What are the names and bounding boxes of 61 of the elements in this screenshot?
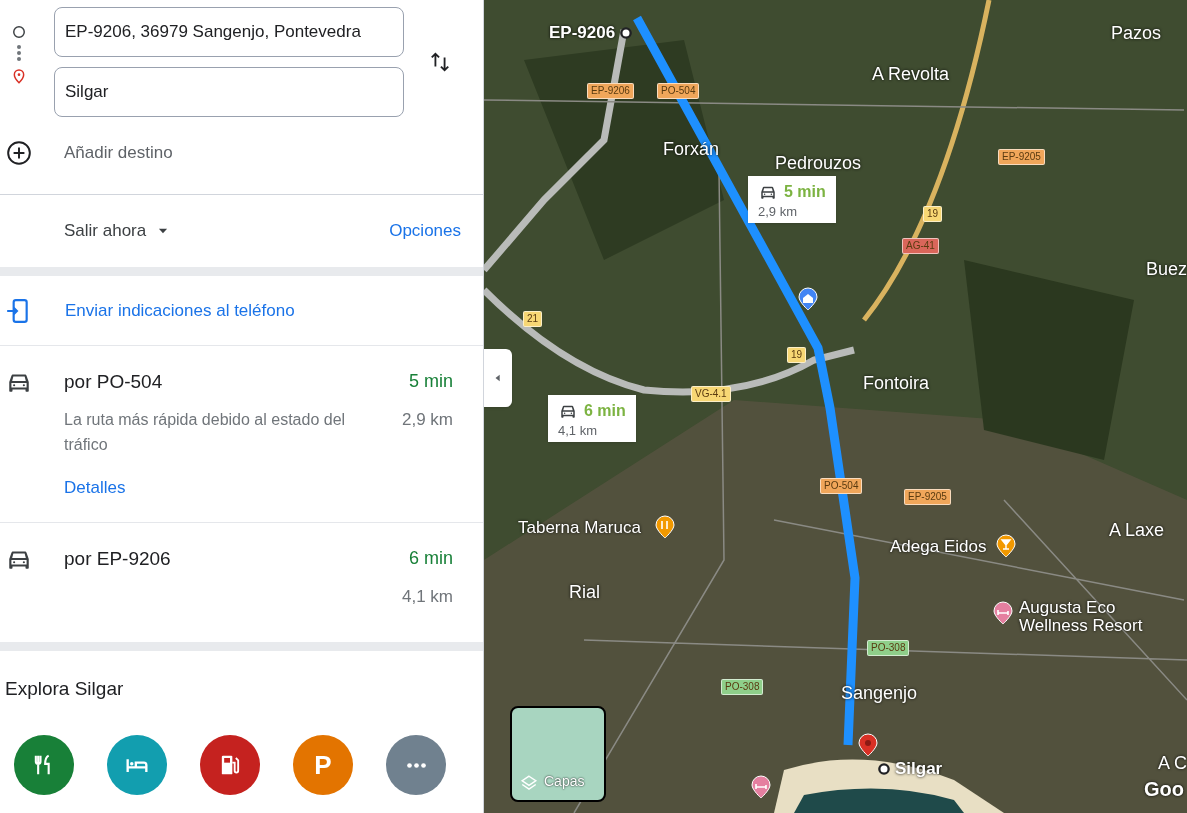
place-label: Taberna Maruca	[518, 519, 641, 537]
address-input[interactable]: Silgar	[54, 67, 404, 117]
more-button[interactable]	[386, 735, 446, 795]
destination-marker-icon	[877, 761, 891, 776]
route-callout[interactable]: 6 min 4,1 km	[548, 395, 636, 442]
depart-time-dropdown[interactable]: Salir ahora	[64, 218, 171, 244]
road-shield: 19	[923, 206, 943, 222]
callout-distance: 2,9 km	[758, 204, 798, 219]
place-label: Pazos	[1111, 22, 1162, 45]
layers-icon	[520, 774, 538, 792]
road-shield: EP-9205	[998, 149, 1045, 165]
place-label: Buez	[1146, 258, 1187, 281]
route-callout[interactable]: 5 min 2,9 km	[748, 176, 836, 223]
hotels-button[interactable]	[107, 735, 167, 795]
section-title: Explora Silgar	[5, 676, 124, 701]
road-shield: AG-41	[902, 238, 939, 254]
send-to-phone-button[interactable]: Enviar indicaciones al teléfono	[0, 276, 483, 346]
logo-text: Goo	[1144, 777, 1184, 802]
place-label: A Revolta	[872, 63, 950, 86]
place-label: Augusta Eco Wellness Resort	[1019, 599, 1144, 635]
road-shield: PO-308	[867, 640, 910, 656]
route-time: 6 min	[409, 547, 453, 570]
place-label: Pedrouzos	[775, 152, 862, 175]
more-dots-icon	[405, 761, 427, 769]
place-label: A Laxe	[1109, 519, 1165, 542]
phone-send-icon	[5, 296, 31, 325]
add-destination-button[interactable]: Añadir destino	[0, 127, 483, 179]
dots-icon	[17, 42, 21, 64]
place-label: Adega Eidos	[890, 538, 987, 556]
callout-time: 6 min	[584, 401, 626, 421]
road-shield: EP-9205	[904, 489, 951, 505]
route-title: por PO-504	[64, 370, 164, 394]
origin-circle-icon	[12, 25, 26, 39]
road-shield: EP-9206	[587, 83, 634, 99]
restaurants-button[interactable]	[14, 735, 74, 795]
road-shield: PO-504	[820, 478, 863, 494]
place-label: EP-9206	[549, 22, 616, 44]
road-shield: 21	[523, 311, 543, 327]
place-label: A C	[1158, 752, 1187, 775]
road-shield: VG-4.1	[691, 386, 731, 402]
route-time: 5 min	[409, 370, 453, 393]
details-link[interactable]: Detalles	[64, 474, 126, 500]
road-shield: PO-504	[657, 83, 700, 99]
road-shield: PO-308	[721, 679, 764, 695]
gas-stations-button[interactable]	[200, 735, 260, 795]
location-pin-icon	[11, 67, 27, 85]
place-label: Rial	[569, 581, 600, 604]
route-description: La ruta más rápida debido al estado del tráfico	[64, 409, 347, 455]
place-label: Fontoira	[863, 372, 930, 395]
address-input[interactable]: EP-9206, 36979 Sangenjo, Pontevedra	[54, 7, 404, 57]
satellite-map-drawing[interactable]	[484, 0, 1187, 813]
road-shield: 19	[787, 347, 807, 363]
route-title: por EP-9206	[64, 547, 172, 571]
route-distance: 4,1 km	[401, 586, 453, 608]
caret-left-icon	[493, 373, 503, 383]
route-distance: 2,9 km	[401, 409, 453, 431]
options-link[interactable]: Opciones	[389, 218, 461, 244]
origin-marker-icon	[619, 25, 634, 40]
plus-circle-icon	[6, 140, 32, 166]
callout-distance: 4,1 km	[558, 423, 598, 438]
callout-time: 5 min	[784, 182, 826, 202]
